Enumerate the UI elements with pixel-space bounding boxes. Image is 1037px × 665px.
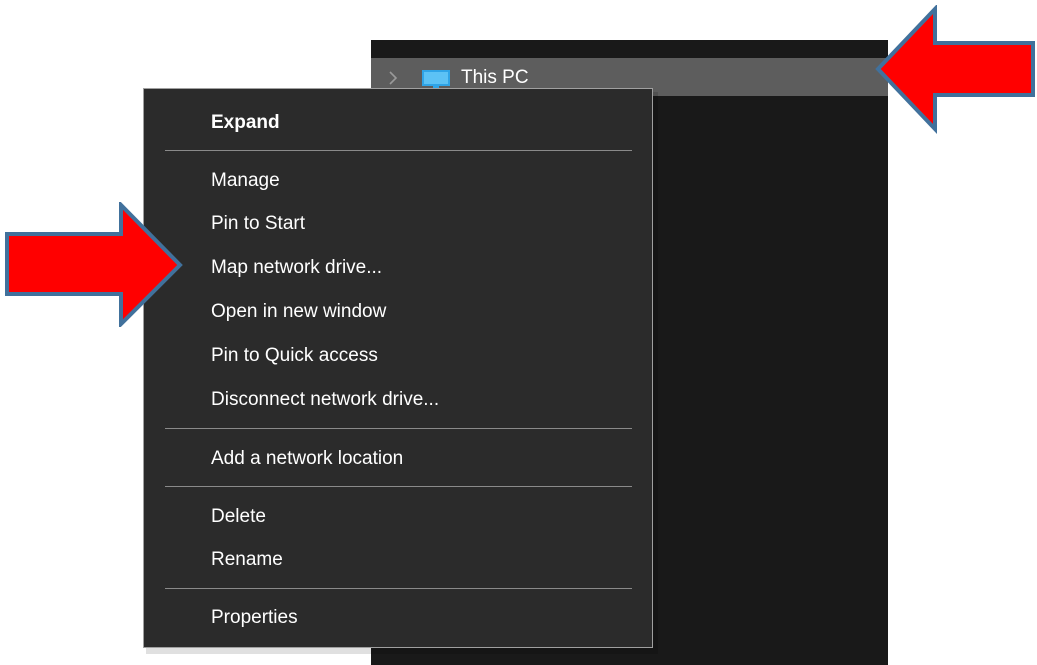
menu-item-add-network-location[interactable]: Add a network location (211, 447, 403, 471)
red-arrow-icon (875, 5, 1035, 135)
menu-item-delete[interactable]: Delete (211, 505, 266, 529)
menu-item-disconnect-network-drive[interactable]: Disconnect network drive... (211, 388, 439, 412)
menu-item-map-network-drive[interactable]: Map network drive... (211, 256, 382, 280)
menu-separator (165, 150, 632, 151)
menu-item-rename[interactable]: Rename (211, 548, 283, 572)
context-menu: Expand Manage Pin to Start Map network d… (143, 88, 653, 648)
chevron-right-icon[interactable] (388, 71, 398, 85)
nav-item-label: This PC (461, 67, 529, 88)
red-arrow-icon (5, 202, 183, 327)
menu-separator (165, 588, 632, 589)
menu-separator (165, 428, 632, 429)
menu-separator (165, 486, 632, 487)
menu-item-pin-to-start[interactable]: Pin to Start (211, 212, 305, 236)
menu-item-manage[interactable]: Manage (211, 169, 280, 193)
menu-item-properties[interactable]: Properties (211, 606, 298, 630)
menu-item-expand[interactable]: Expand (211, 111, 280, 135)
menu-item-pin-to-quick-access[interactable]: Pin to Quick access (211, 344, 378, 368)
menu-item-open-in-new-window[interactable]: Open in new window (211, 300, 386, 324)
